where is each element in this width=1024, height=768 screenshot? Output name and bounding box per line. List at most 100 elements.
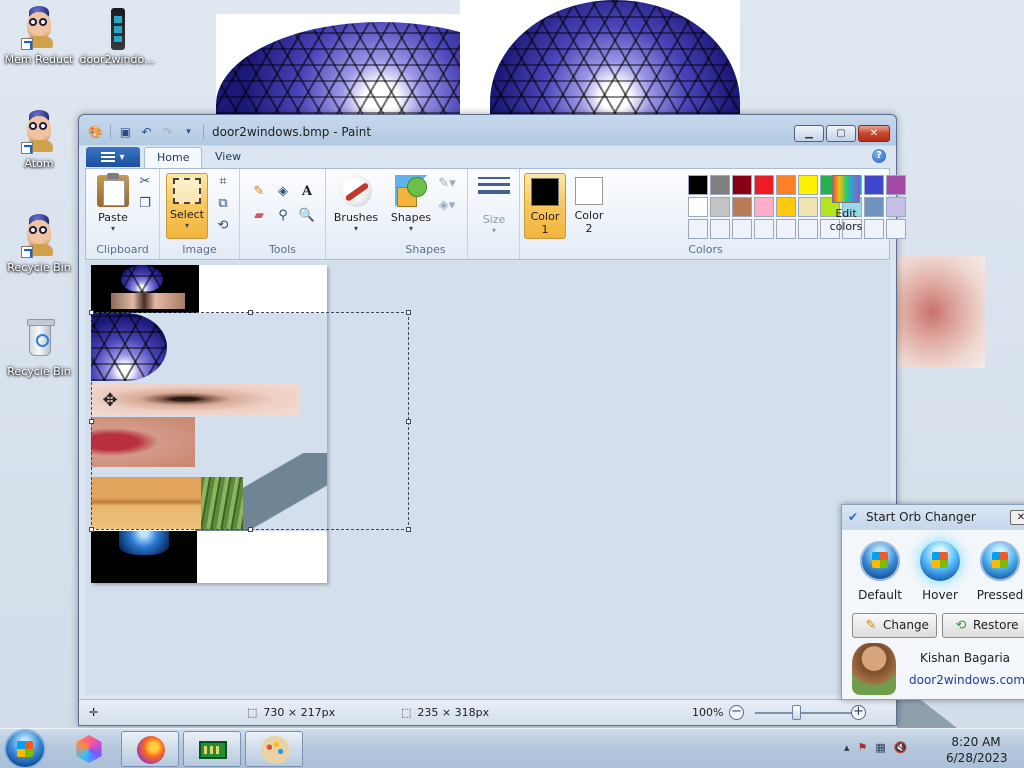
pencil-icon[interactable]: ✎ [250,183,268,201]
taskbar-firefox[interactable] [121,731,179,767]
chevron-down-icon: ▾ [110,224,115,233]
selection-handle[interactable] [248,310,253,315]
palette-custom-slot[interactable] [732,219,752,239]
palette-swatch[interactable] [776,175,796,195]
palette-swatch[interactable] [754,197,774,217]
selection-handle[interactable] [89,527,94,532]
palette-swatch[interactable] [776,197,796,217]
zoom-in-button[interactable]: + [851,705,866,720]
color2-button[interactable]: Color 2 [568,173,610,239]
palette-custom-slot[interactable] [798,219,818,239]
selection-rectangle[interactable] [89,310,411,532]
crop-icon[interactable]: ⌗ [214,173,232,191]
zoom-slider-thumb[interactable] [792,705,801,720]
minimize-button[interactable]: ▁ [794,125,824,142]
selection-handle[interactable] [89,310,94,315]
zoom-slider-track[interactable] [755,712,853,714]
palette-custom-slot[interactable] [688,219,708,239]
orb-changer-close-button[interactable]: ✕ [1010,510,1024,525]
palette-swatch[interactable] [754,175,774,195]
customize-toolbar-icon[interactable]: ▾ [180,124,197,140]
palette-swatch[interactable] [798,197,818,217]
desktop-icon-mem-reduct[interactable]: Mem Reduct [0,6,78,66]
select-button[interactable]: Select ▾ [166,173,208,239]
palette-custom-slot[interactable] [754,219,774,239]
chevron-down-icon: ▾ [119,151,125,163]
default-orb-preview [860,541,900,581]
network-icon[interactable]: ▦ [875,741,885,754]
desktop-icon-atom[interactable]: Atom [0,110,78,170]
zoom-out-button[interactable]: − [729,705,744,720]
desktop-icon-recycle-bin-shortcut[interactable]: Recycle Bin [0,214,78,274]
outline-icon[interactable]: ✎▾ [438,175,456,193]
mem-reduct-icon [19,6,59,50]
fill-style-icon[interactable]: ◈▾ [438,197,456,215]
tab-view[interactable]: View [203,147,253,168]
color-picker-icon[interactable]: ⚲ [274,207,292,225]
selection-handle[interactable] [248,527,253,532]
orb-changer-title-bar[interactable]: ✔ Start Orb Changer [842,505,1024,530]
fill-icon[interactable]: ◈ [274,183,292,201]
save-icon[interactable]: ▣ [117,124,134,140]
palette-swatch[interactable] [688,175,708,195]
magnifier-icon[interactable]: 🔍 [298,207,316,225]
wallpaper-fragment [897,256,985,368]
action-center-icon[interactable]: ⚑ [858,741,868,754]
chevron-down-icon: ▾ [408,224,413,233]
palette-swatch[interactable] [688,197,708,217]
taskbar-mem-reduct[interactable] [183,731,241,767]
selection-handle[interactable] [406,310,411,315]
selection-handle[interactable] [89,419,94,424]
undo-icon[interactable]: ↶ [138,124,155,140]
palette-swatch[interactable] [798,175,818,195]
taskbar-app-gem[interactable] [60,731,118,767]
title-bar[interactable]: 🎨 ▣ ↶ ↷ ▾ door2windows.bmp - Paint ▁ ▢ ✕ [79,115,896,145]
change-button[interactable]: ✎ Change [852,613,937,638]
text-icon[interactable]: A [298,183,316,201]
select-icon [173,178,201,204]
show-hidden-icons-icon[interactable]: ▴ [844,741,850,754]
close-button[interactable]: ✕ [858,125,890,142]
maximize-button[interactable]: ▢ [826,125,856,142]
canvas-workspace[interactable]: ✥ [85,261,890,695]
group-image: Select ▾ ⌗ ⧉ ⟲ Image [160,169,240,259]
restore-button[interactable]: ⟲ Restore [942,613,1024,638]
selection-handle[interactable] [406,527,411,532]
redo-icon[interactable]: ↷ [159,124,176,140]
palette-swatch[interactable] [710,197,730,217]
author-website-link[interactable]: door2windows.com [909,673,1024,687]
paste-button[interactable]: Paste ▾ [92,173,134,239]
ribbon: Paste ▾ ✂ ❐ Clipboard Select ▾ ⌗ ⧉ ⟲ Ima… [85,168,906,260]
palette-custom-slot[interactable] [886,219,906,239]
start-button[interactable] [6,731,44,767]
palette-custom-slot[interactable] [710,219,730,239]
move-icon: ✛ [89,706,99,719]
shapes-button[interactable]: Shapes ▾ [388,173,434,239]
resize-icon[interactable]: ⧉ [214,195,232,213]
color1-button[interactable]: Color 1 [524,173,566,239]
desktop-icon-door2windows[interactable]: door2windo... [78,6,156,66]
palette-swatch[interactable] [732,175,752,195]
paint-menu-button[interactable]: ▾ [86,147,140,167]
taskbar-paint[interactable] [245,731,303,767]
cut-icon[interactable]: ✂ [136,173,154,191]
brushes-button[interactable]: Brushes ▾ [332,173,380,239]
help-icon[interactable]: ? [872,149,886,163]
eraser-icon[interactable]: ▰ [250,207,268,225]
edit-colors-button[interactable]: Edit colors [824,173,868,239]
paste-label: Paste [98,211,128,224]
rotate-icon[interactable]: ⟲ [214,217,232,235]
palette-swatch[interactable] [732,197,752,217]
size-button[interactable]: Size ▾ [473,173,515,239]
palette-swatch[interactable] [886,175,906,195]
volume-muted-icon[interactable]: 🔇 [894,741,908,754]
palette-swatch[interactable] [886,197,906,217]
tab-home[interactable]: Home [144,147,203,168]
selection-handle[interactable] [406,419,411,424]
paint-app-icon[interactable]: 🎨 [87,124,104,140]
desktop-icon-recycle-bin[interactable]: Recycle Bin [0,318,78,378]
palette-swatch[interactable] [710,175,730,195]
palette-custom-slot[interactable] [776,219,796,239]
taskbar-clock[interactable]: 8:20 AM 6/28/2023 [946,734,1008,766]
copy-icon[interactable]: ❐ [136,195,154,213]
